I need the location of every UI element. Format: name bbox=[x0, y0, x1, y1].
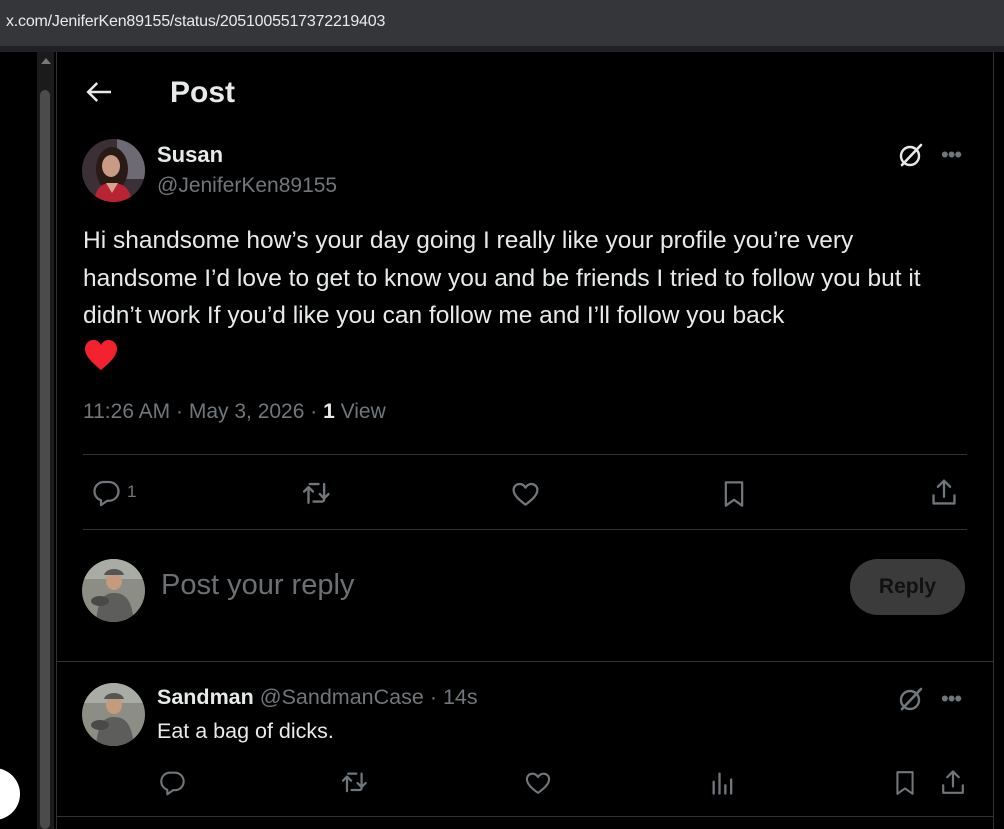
like-button[interactable] bbox=[510, 479, 541, 509]
reply-text: Eat a bag of dicks. bbox=[157, 719, 334, 743]
reply-count: 1 bbox=[127, 482, 137, 501]
divider bbox=[57, 816, 993, 817]
author-handle[interactable]: @JeniferKen89155 bbox=[157, 174, 337, 198]
page-title: Post bbox=[170, 76, 236, 109]
post-text: Hi shandsome how’s your day going I real… bbox=[83, 222, 973, 382]
like-icon bbox=[512, 482, 539, 506]
avatar[interactable] bbox=[82, 139, 145, 202]
views-label: View bbox=[340, 400, 386, 423]
reply-more-icon[interactable]: ••• bbox=[941, 686, 962, 712]
post-body: Hi shandsome how’s your day going I real… bbox=[83, 227, 921, 329]
back-button[interactable] bbox=[81, 74, 117, 110]
reply-author-name[interactable]: Sandman bbox=[157, 685, 254, 709]
scrollbar-thumb[interactable] bbox=[40, 90, 50, 829]
current-user-avatar[interactable] bbox=[82, 559, 145, 622]
post-date[interactable]: May 3, 2026 bbox=[189, 400, 305, 423]
share-icon bbox=[942, 770, 964, 794]
bookmark-button[interactable] bbox=[720, 478, 748, 510]
share-icon bbox=[932, 479, 956, 505]
post-time[interactable]: 11:26 AM bbox=[83, 400, 170, 423]
header: Post bbox=[57, 52, 993, 132]
reply-button-label: Reply bbox=[878, 575, 937, 598]
grok-icon bbox=[899, 143, 923, 167]
scrollbar[interactable] bbox=[37, 52, 54, 829]
reply-like-button[interactable] bbox=[524, 769, 552, 797]
post-column: Post Susan @JeniferKen89155 ••• Hi shand… bbox=[56, 52, 994, 829]
grok-button[interactable] bbox=[896, 140, 926, 170]
divider bbox=[83, 454, 967, 455]
back-arrow-icon bbox=[86, 82, 111, 102]
post-meta: 11:26 AM · May 3, 2026 · 1 View bbox=[83, 400, 386, 423]
grok-icon bbox=[899, 687, 923, 711]
reply-icon bbox=[93, 480, 120, 507]
reply-reply-button[interactable] bbox=[158, 768, 186, 796]
reply-grok-button[interactable] bbox=[896, 684, 926, 714]
bookmark-icon bbox=[724, 481, 744, 507]
bookmark-icon bbox=[896, 771, 914, 795]
heart-emoji bbox=[83, 339, 119, 383]
share-button[interactable] bbox=[929, 477, 959, 509]
address-url[interactable]: x.com/JeniferKen89155/status/20510055173… bbox=[6, 13, 385, 31]
reply-input[interactable]: Post your reply bbox=[161, 569, 811, 609]
reply-author-handle[interactable]: @SandmanCase bbox=[260, 685, 424, 709]
scroll-up-arrow-icon[interactable] bbox=[41, 58, 51, 64]
floating-circle-button[interactable] bbox=[0, 768, 20, 820]
retweet-button[interactable] bbox=[300, 479, 332, 509]
reply-share-button[interactable] bbox=[939, 768, 967, 798]
views-icon bbox=[712, 772, 733, 795]
author-name[interactable]: Susan bbox=[157, 142, 223, 168]
reply-retweet-button[interactable] bbox=[339, 769, 369, 797]
reply-submit-button[interactable]: Reply bbox=[850, 559, 965, 615]
reply-age[interactable]: 14s bbox=[443, 685, 478, 709]
divider bbox=[83, 529, 967, 530]
retweet-icon bbox=[302, 482, 330, 504]
reply-button[interactable]: 1 bbox=[91, 477, 136, 507]
reply-views-button[interactable] bbox=[709, 769, 737, 797]
views-count: 1 bbox=[323, 400, 335, 423]
divider bbox=[57, 661, 993, 662]
retweet-icon bbox=[341, 772, 367, 793]
like-icon bbox=[525, 772, 551, 794]
reply-icon bbox=[160, 771, 185, 796]
browser-address-bar[interactable]: x.com/JeniferKen89155/status/20510055173… bbox=[0, 0, 1004, 52]
reply-header: Sandman @SandmanCase · 14s bbox=[157, 685, 478, 709]
more-icon[interactable]: ••• bbox=[941, 142, 962, 168]
reply-bookmark-button[interactable] bbox=[892, 768, 918, 798]
reply-avatar[interactable] bbox=[82, 683, 145, 746]
